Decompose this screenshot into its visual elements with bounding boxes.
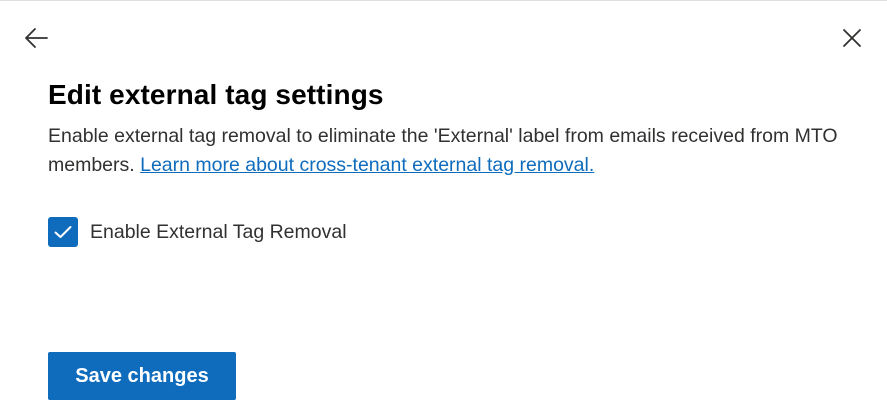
- close-icon: [843, 29, 861, 47]
- learn-more-link[interactable]: Learn more about cross-tenant external t…: [140, 154, 594, 176]
- back-button[interactable]: [18, 23, 54, 53]
- description-text: Enable external tag removal to eliminate…: [48, 122, 838, 180]
- page-title: Edit external tag settings: [48, 79, 384, 110]
- edit-tag-settings-panel: Edit external tag settings Enable extern…: [0, 0, 887, 420]
- checkbox-label: Enable External Tag Removal: [90, 220, 347, 243]
- save-changes-button[interactable]: Save changes: [48, 352, 236, 400]
- enable-external-tag-removal-checkbox[interactable]: Enable External Tag Removal: [48, 217, 347, 247]
- close-button[interactable]: [834, 23, 870, 53]
- arrow-left-icon: [25, 28, 48, 48]
- checkbox-box[interactable]: [48, 217, 78, 247]
- checkmark-icon: [54, 226, 72, 238]
